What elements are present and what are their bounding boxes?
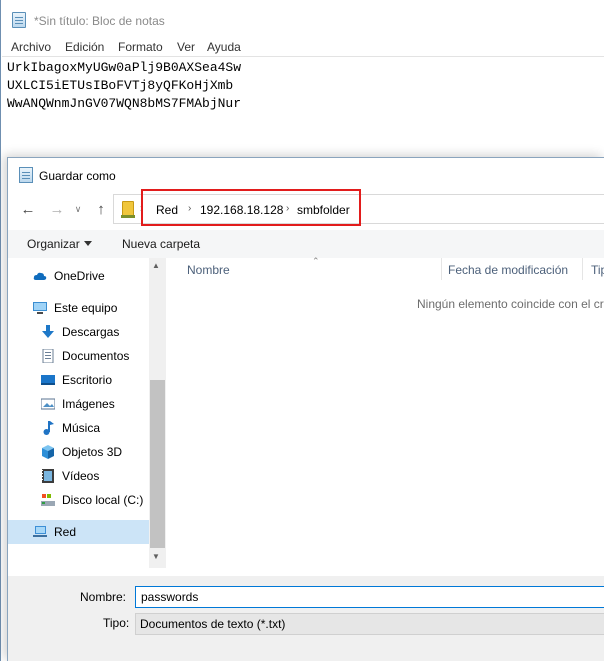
text-line: UXLCI5iETUsIBoFVTj8yQFKoHjXmb	[7, 78, 234, 93]
desktop-icon	[41, 375, 55, 385]
new-folder-button[interactable]: Nueva carpeta	[122, 237, 200, 251]
address-highlight-box	[141, 189, 361, 226]
dialog-footer: Nombre: Tipo: Documentos de texto (*.txt…	[8, 576, 604, 661]
column-divider[interactable]	[582, 258, 583, 280]
music-icon	[43, 421, 54, 435]
menu-ver[interactable]: Ver	[177, 40, 195, 54]
sidebar-item-label: Objetos 3D	[62, 445, 123, 459]
pictures-icon	[41, 398, 55, 410]
computer-icon	[33, 302, 47, 314]
column-header-nombre[interactable]: Nombre	[187, 263, 230, 277]
file-type-label: Tipo:	[103, 616, 130, 630]
sidebar-item-label: Música	[62, 421, 101, 435]
file-name-label: Nombre:	[80, 590, 127, 604]
sidebar-item-videos[interactable]: Vídeos	[8, 464, 149, 488]
column-divider[interactable]	[441, 258, 442, 280]
sidebar-item-label: Red	[54, 525, 77, 539]
file-type-select[interactable]: Documentos de texto (*.txt)	[135, 613, 604, 635]
sidebar-item-label: Vídeos	[62, 469, 100, 483]
notepad-menubar: Archivo Edición Formato Ver Ayuda	[2, 38, 604, 56]
notepad-icon	[19, 167, 33, 183]
text-line: UrkIbagoxMyUGw0aPlj9B0AXSea4Sw	[7, 60, 242, 75]
dialog-body: OneDrive Este equipo Descargas Documento…	[8, 256, 604, 576]
sidebar-item-onedrive[interactable]: OneDrive	[8, 264, 149, 288]
text-line: WwANQWnmJnGV07WQN8bMS7FMAbjNur	[7, 96, 242, 111]
caret-down-icon[interactable]	[84, 241, 92, 246]
file-list[interactable]: ⌃ Nombre Fecha de modificación Tip Ningú…	[166, 256, 604, 576]
cloud-icon	[33, 272, 47, 280]
sidebar-item-musica[interactable]: Música	[8, 416, 149, 440]
video-icon	[42, 469, 54, 483]
sidebar-item-imagenes[interactable]: Imágenes	[8, 392, 149, 416]
sidebar-item-label: Imágenes	[62, 397, 115, 411]
network-icon	[33, 526, 47, 537]
sidebar-item-objetos-3d[interactable]: Objetos 3D	[8, 440, 149, 464]
sidebar-item-label: Documentos	[62, 349, 130, 363]
dialog-title: Guardar como	[39, 169, 116, 183]
notepad-icon	[12, 12, 26, 28]
scrollbar-thumb[interactable]	[150, 380, 165, 548]
file-name-input[interactable]	[135, 586, 604, 608]
sidebar-item-escritorio[interactable]: Escritorio	[8, 368, 149, 392]
sidebar-item-label: Descargas	[62, 325, 120, 339]
sidebar-item-documentos[interactable]: Documentos	[8, 344, 149, 368]
sidebar-item-red[interactable]: Red	[8, 520, 149, 544]
sidebar-item-disco-local[interactable]: Disco local (C:)	[8, 488, 149, 512]
notepad-titlebar[interactable]: *Sin título: Bloc de notas	[2, 0, 604, 36]
download-icon	[42, 325, 54, 338]
menu-formato[interactable]: Formato	[118, 40, 163, 54]
sort-up-icon: ⌃	[312, 256, 320, 266]
save-as-dialog: Guardar como ← → ∨ ↑ › Red › 192.168.18.…	[7, 157, 604, 661]
menu-ayuda[interactable]: Ayuda	[207, 40, 241, 54]
organize-button[interactable]: Organizar	[27, 237, 80, 251]
network-folder-icon	[121, 201, 135, 218]
sidebar-item-label: OneDrive	[54, 269, 105, 283]
back-arrow-icon[interactable]: ←	[18, 199, 38, 219]
notepad-title: *Sin título: Bloc de notas	[34, 14, 165, 28]
column-header-fecha[interactable]: Fecha de modificación	[448, 263, 568, 277]
empty-folder-message: Ningún elemento coincide con el cr	[417, 297, 604, 311]
sidebar-item-label: Este equipo	[54, 301, 118, 315]
drive-icon	[41, 494, 55, 506]
scroll-up-icon[interactable]: ▲	[152, 261, 160, 270]
chevron-down-icon[interactable]: ∨	[71, 199, 85, 219]
menu-archivo[interactable]: Archivo	[11, 40, 51, 54]
column-header-tipo[interactable]: Tip	[591, 263, 604, 277]
dialog-toolbar: Organizar Nueva carpeta	[8, 230, 604, 258]
navigation-pane: OneDrive Este equipo Descargas Documento…	[8, 258, 166, 576]
sidebar-scrollbar[interactable]: ▲ ▼	[149, 258, 166, 568]
forward-arrow-icon[interactable]: →	[47, 199, 67, 219]
scroll-down-icon[interactable]: ▼	[152, 552, 160, 561]
cube-icon	[42, 445, 54, 459]
menu-edicion[interactable]: Edición	[65, 40, 104, 54]
sidebar-item-este-equipo[interactable]: Este equipo	[8, 296, 149, 320]
sidebar-item-label: Escritorio	[62, 373, 113, 387]
dialog-titlebar[interactable]: Guardar como	[8, 158, 604, 190]
sidebar-item-descargas[interactable]: Descargas	[8, 320, 149, 344]
sidebar-item-label: Disco local (C:)	[62, 493, 144, 507]
documents-icon	[42, 349, 54, 363]
up-arrow-icon[interactable]: ↑	[91, 199, 111, 219]
